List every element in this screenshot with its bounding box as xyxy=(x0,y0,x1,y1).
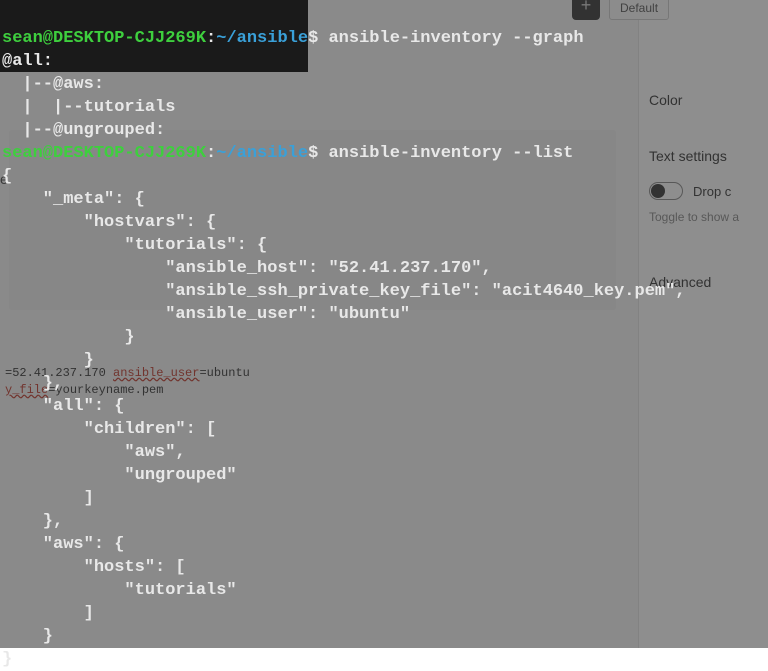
code-text: =ubuntu xyxy=(199,366,249,380)
code-text: =yourkeyname.pem xyxy=(48,383,163,397)
toggle-knob xyxy=(651,184,665,198)
doc-code-snippet: =52.41.237.170 ansible_user=ubuntu y_fil… xyxy=(5,365,250,399)
toggle-description: Toggle to show a xyxy=(649,210,768,224)
drop-cap-toggle[interactable] xyxy=(649,182,683,200)
settings-panel: Default Color Text settings Drop c Toggl… xyxy=(638,0,768,648)
document-background: e hosts file in my inventory folder whic… xyxy=(0,0,768,648)
code-error-underline: y_file xyxy=(5,383,48,397)
advanced-section-label: Advanced xyxy=(649,274,768,290)
terminal-output: } xyxy=(2,650,12,669)
code-text: =52.41.237.170 xyxy=(5,366,113,380)
add-block-button[interactable]: + xyxy=(572,0,600,20)
plus-icon: + xyxy=(581,0,592,19)
text-settings-label: Text settings xyxy=(649,148,768,164)
drop-cap-toggle-row: Drop c xyxy=(649,182,768,200)
code-error-underline: ansible_user xyxy=(113,366,199,380)
drop-cap-label: Drop c xyxy=(693,184,731,199)
default-button[interactable]: Default xyxy=(609,0,669,20)
color-section-label: Color xyxy=(649,92,768,108)
code-block-bg xyxy=(9,130,616,310)
